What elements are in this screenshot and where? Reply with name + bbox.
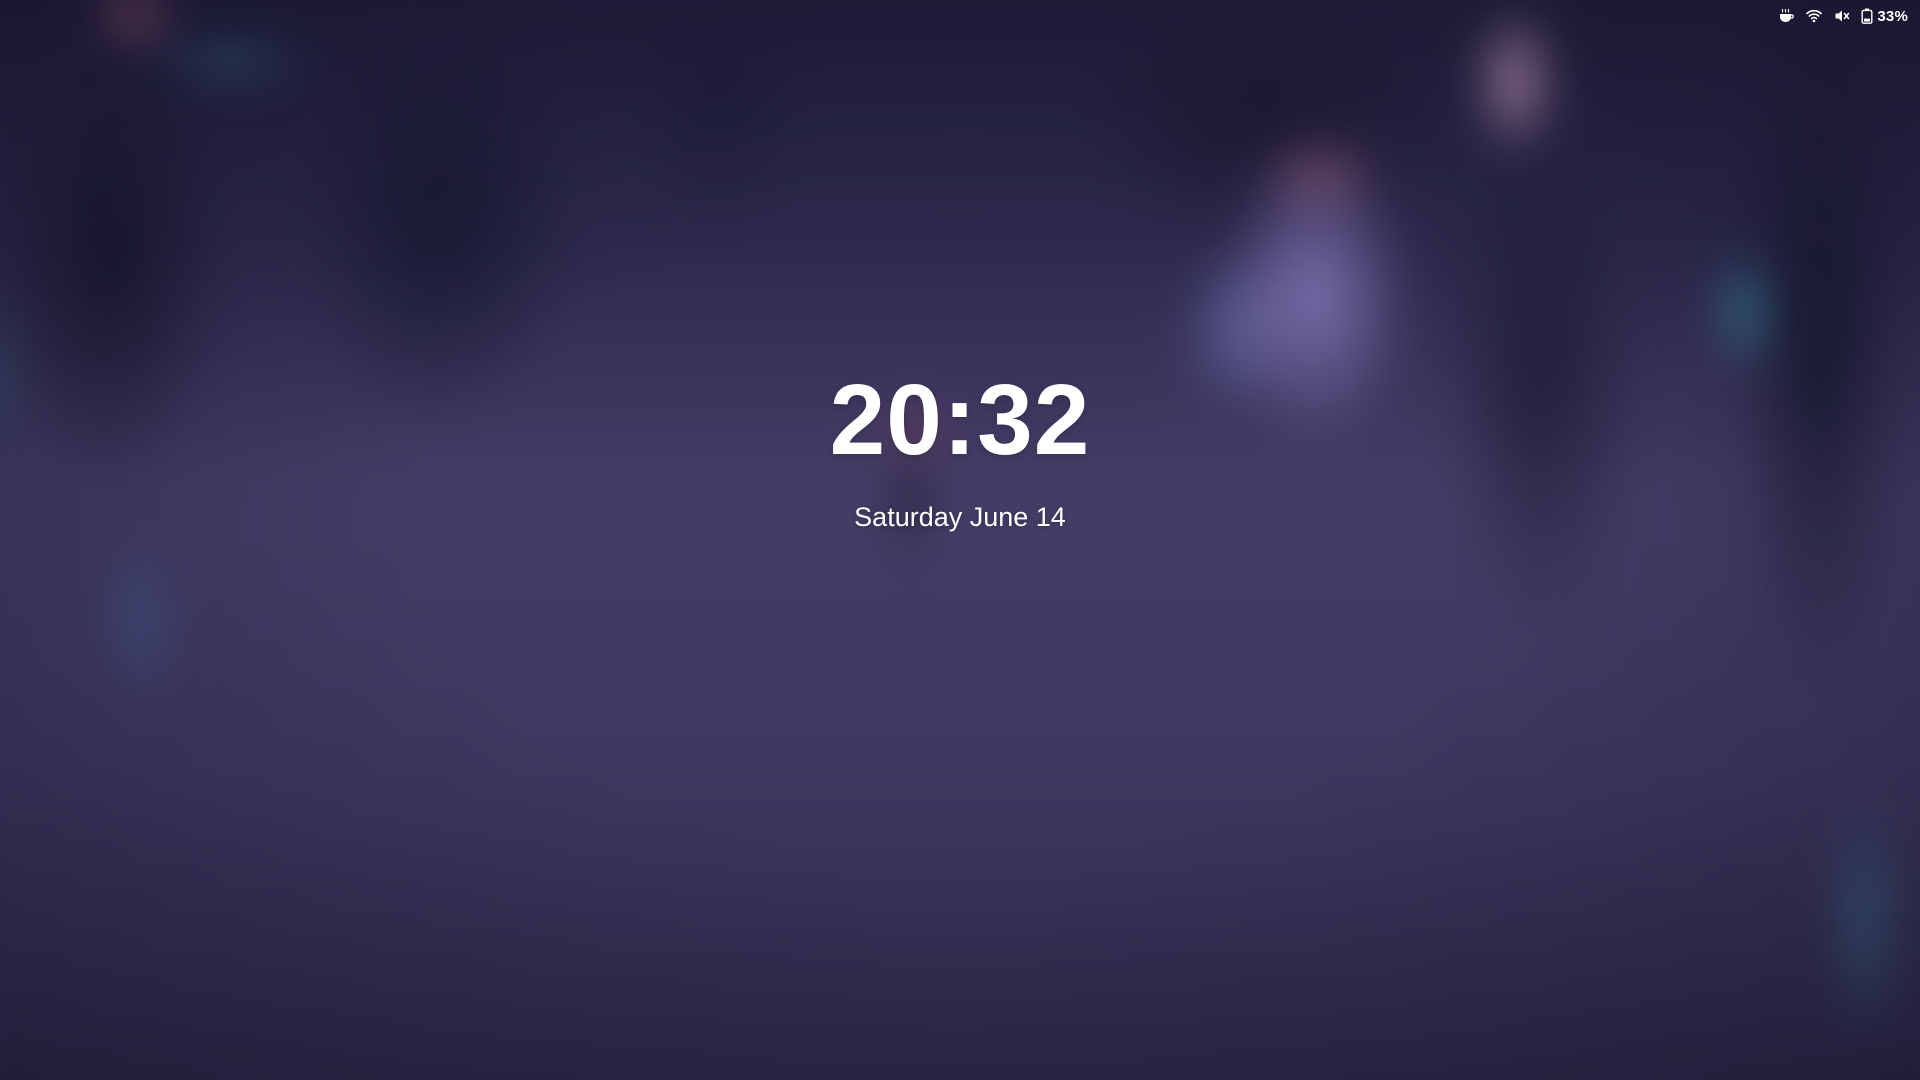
clock-time: 20:32: [829, 364, 1091, 476]
battery-percent: 33%: [1877, 7, 1908, 25]
lock-screen[interactable]: 33% 20:32 Saturday June 14: [0, 0, 1920, 1080]
status-bar[interactable]: 33%: [1777, 0, 1920, 32]
wifi-icon[interactable]: [1805, 7, 1823, 25]
clock-date: Saturday June 14: [854, 502, 1066, 532]
wallpaper-vignette: [0, 0, 1920, 1080]
battery-indicator[interactable]: 33%: [1861, 7, 1908, 25]
volume-muted-icon[interactable]: [1833, 7, 1851, 25]
clock-area: 20:32 Saturday June 14: [0, 360, 1920, 534]
coffee-cup-icon[interactable]: [1777, 7, 1795, 25]
battery-icon: [1861, 7, 1873, 25]
